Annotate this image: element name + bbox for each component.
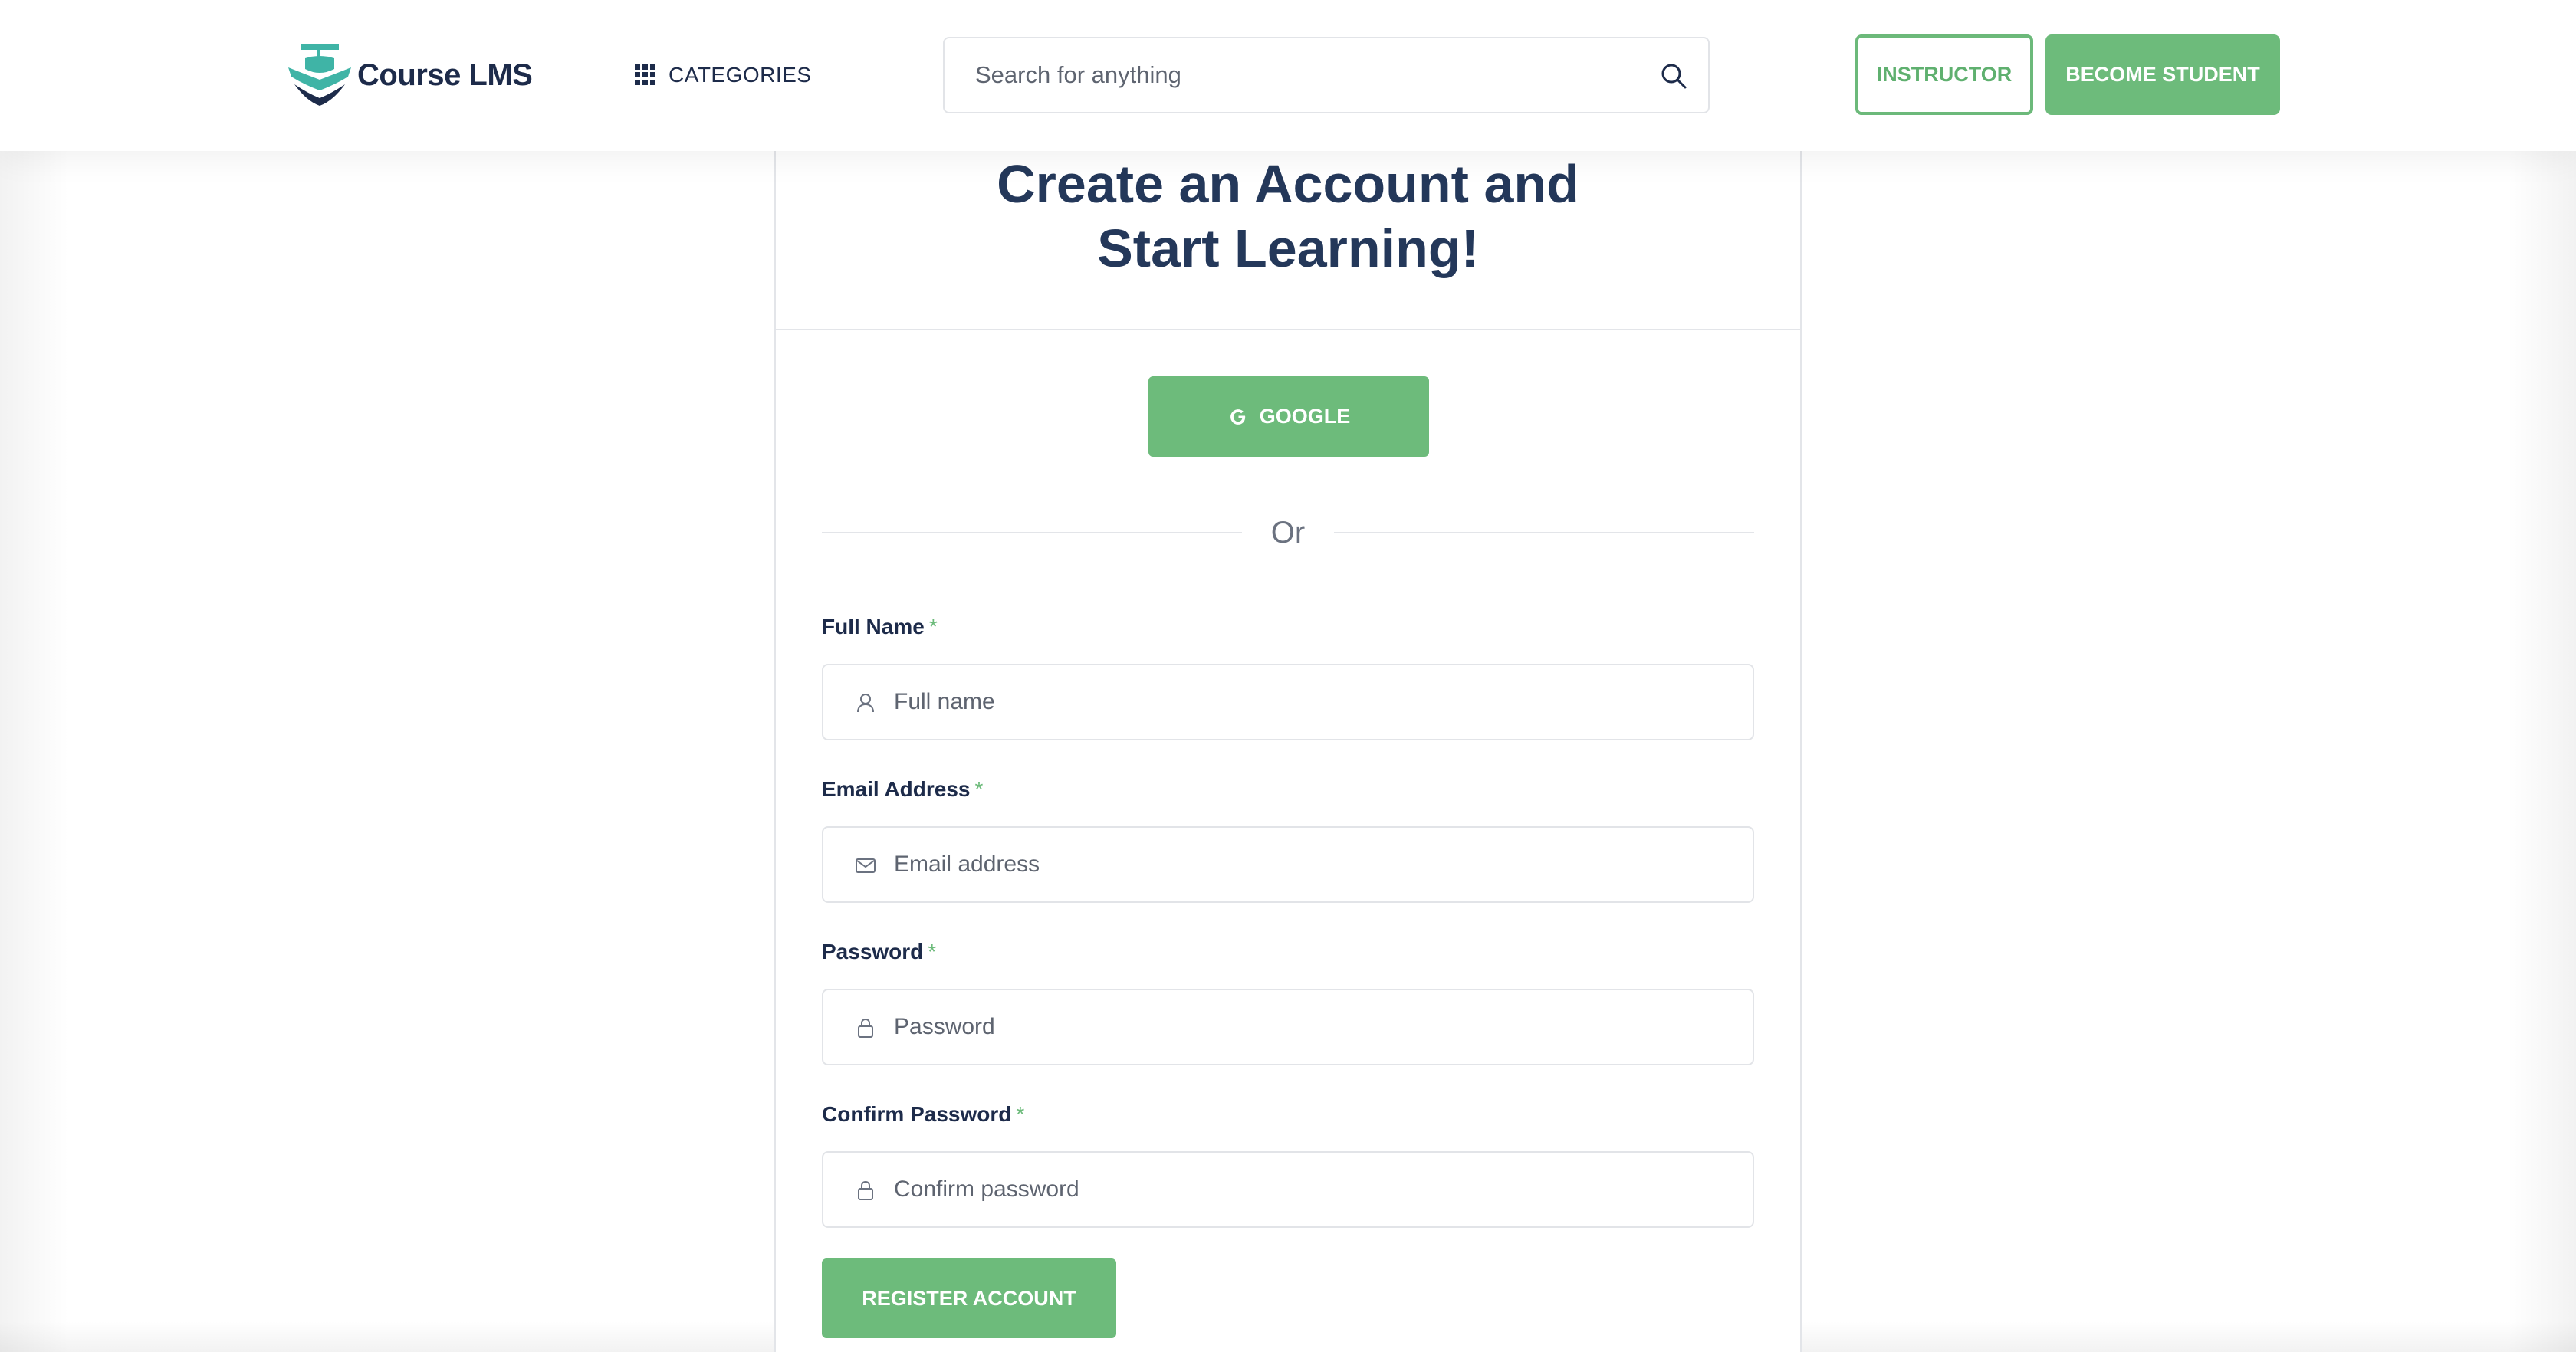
logo-text: Course LMS <box>357 57 533 92</box>
register-card: Create an Account and Start Learning! GO… <box>774 115 1802 1352</box>
email-field <box>822 826 1754 903</box>
become-student-button[interactable]: BECOME STUDENT <box>2045 34 2280 115</box>
email-label-text: Email Address <box>822 777 971 801</box>
or-separator: Or <box>822 510 1754 556</box>
right-shade <box>2507 0 2576 1352</box>
register-account-button[interactable]: REGISTER ACCOUNT <box>822 1258 1116 1338</box>
separator-line-left <box>822 532 1242 533</box>
password-label: Password * <box>822 940 936 964</box>
full-name-field <box>822 664 1754 740</box>
full-name-label-text: Full Name <box>822 615 925 638</box>
google-signup-button[interactable]: GOOGLE <box>1148 376 1429 457</box>
full-name-input[interactable] <box>823 665 1753 739</box>
site-header: Course LMS CATEGORIES INSTRUCTOR BECOME … <box>0 0 2576 151</box>
confirm-password-input[interactable] <box>823 1153 1753 1226</box>
instructor-button[interactable]: INSTRUCTOR <box>1855 34 2033 115</box>
title-line-2: Start Learning! <box>1097 218 1479 278</box>
or-label: Or <box>1270 516 1306 550</box>
left-shade <box>0 0 69 1352</box>
full-name-label: Full Name * <box>822 615 938 639</box>
required-marker: * <box>1016 1102 1025 1126</box>
categories-menu[interactable]: CATEGORIES <box>635 57 812 94</box>
search-icon[interactable] <box>1659 61 1688 90</box>
title-divider <box>776 329 1800 330</box>
logo-link[interactable]: Course LMS <box>287 43 533 107</box>
password-label-text: Password <box>822 940 924 963</box>
search-bar <box>943 37 1710 113</box>
categories-label: CATEGORIES <box>669 63 812 87</box>
google-button-label: GOOGLE <box>1259 405 1351 428</box>
email-label: Email Address * <box>822 777 983 802</box>
email-input[interactable] <box>823 828 1753 901</box>
password-field <box>822 989 1754 1065</box>
graduation-book-logo-icon <box>288 44 351 106</box>
title-line-1: Create an Account and <box>997 154 1579 214</box>
search-input[interactable] <box>945 38 1635 112</box>
separator-line-right <box>1334 532 1754 533</box>
required-marker: * <box>928 615 938 638</box>
confirm-password-label-text: Confirm Password <box>822 1102 1012 1126</box>
page: Course LMS CATEGORIES INSTRUCTOR BECOME … <box>0 0 2576 1352</box>
required-marker: * <box>974 777 984 801</box>
google-icon <box>1230 409 1245 425</box>
page-title: Create an Account and Start Learning! <box>776 152 1800 281</box>
grid-icon <box>635 64 656 86</box>
password-input[interactable] <box>823 990 1753 1064</box>
confirm-password-field <box>822 1151 1754 1228</box>
required-marker: * <box>928 940 937 963</box>
confirm-password-label: Confirm Password * <box>822 1102 1024 1127</box>
